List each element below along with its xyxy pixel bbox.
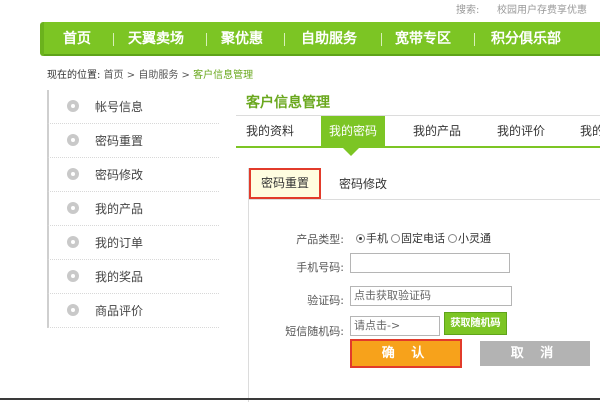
product-type-label: 产品类型: — [296, 233, 344, 246]
sidebar-item-label: 商品评价 — [95, 304, 144, 318]
radio-icon[interactable] — [391, 234, 400, 243]
cancel-button[interactable]: 取 消 — [480, 341, 590, 366]
sidebar-item-label: 我的产品 — [95, 202, 144, 216]
tab-more[interactable]: 我的 — [580, 116, 600, 146]
radio-icon[interactable] — [448, 234, 457, 243]
get-random-code-button[interactable]: 获取随机码 — [444, 312, 507, 335]
nav-separator — [474, 33, 475, 46]
sidebar-item-label: 我的订单 — [95, 236, 144, 250]
tab-my-profile[interactable]: 我的资料 — [246, 116, 294, 146]
breadcrumb: 现在的位置: 首页 > 自助服务 > 客户信息管理 — [47, 66, 253, 81]
sidebar-item-label: 密码重置 — [95, 134, 144, 148]
breadcrumb-prefix: 现在的位置: — [47, 70, 101, 81]
reset-icon — [67, 134, 79, 146]
nav-separator — [206, 33, 207, 46]
nav-item-self-service[interactable]: 自助服务 — [301, 22, 357, 56]
check-icon — [67, 236, 79, 248]
sidebar-item-password-reset[interactable]: 密码重置 — [47, 124, 219, 158]
sidebar-item-product-reviews[interactable]: 商品评价 — [47, 294, 219, 328]
nav-item-home[interactable]: 首页 — [63, 22, 91, 56]
prize-icon — [67, 270, 79, 282]
main-nav: 首页 天翼卖场 聚优惠 自助服务 宽带专区 积分俱乐部 — [44, 22, 600, 56]
active-tab-arrow — [343, 148, 359, 156]
product-icon — [67, 202, 79, 214]
nav-separator — [113, 33, 114, 46]
breadcrumb-link-self-service[interactable]: 自助服务 — [138, 70, 178, 81]
subtab-password-change[interactable]: 密码修改 — [339, 175, 387, 192]
sidebar-item-my-orders[interactable]: 我的订单 — [47, 226, 219, 260]
radio-option-landline[interactable]: 固定电话 — [391, 232, 445, 245]
sidebar-item-label: 密码修改 — [95, 168, 144, 182]
sidebar-item-my-products[interactable]: 我的产品 — [47, 192, 219, 226]
radio-option-mobile[interactable]: 手机 — [356, 232, 388, 245]
nav-item-broadband[interactable]: 宽带专区 — [395, 22, 451, 56]
subtab-divider — [248, 199, 600, 200]
breadcrumb-separator: > — [181, 70, 190, 81]
radio-checked-icon[interactable] — [356, 234, 365, 243]
account-icon — [67, 100, 79, 112]
sidebar-item-account-info[interactable]: 帐号信息 — [47, 90, 219, 124]
captcha-label: 验证码: — [307, 294, 344, 307]
search-suggestion-link[interactable]: 校园用户存费享优惠 — [497, 1, 587, 16]
captcha-input[interactable]: 点击获取验证码 — [350, 286, 512, 306]
sidebar-item-label: 我的奖品 — [95, 270, 144, 284]
nav-separator — [284, 33, 285, 46]
nav-item-store[interactable]: 天翼卖场 — [128, 22, 184, 56]
nav-separator — [381, 33, 382, 46]
radio-label: 手机 — [366, 232, 388, 245]
tab-my-password[interactable]: 我的密码 — [321, 116, 386, 146]
search-label: 搜索: — [456, 5, 480, 16]
phone-label: 手机号码: — [296, 261, 344, 274]
confirm-button[interactable]: 确 认 — [350, 339, 462, 368]
radio-label: 小灵通 — [458, 232, 491, 245]
sidebar: 帐号信息 密码重置 密码修改 我的产品 我的订单 我的奖品 商品评价 — [47, 90, 219, 328]
sidebar-item-password-change[interactable]: 密码修改 — [47, 158, 219, 192]
nav-item-points-club[interactable]: 积分俱乐部 — [491, 22, 561, 56]
sms-code-input[interactable]: 请点击-> — [350, 316, 440, 336]
breadcrumb-current: 客户信息管理 — [193, 70, 254, 81]
subtab-password-reset[interactable]: 密码重置 — [249, 168, 321, 199]
sidebar-item-my-prizes[interactable]: 我的奖品 — [47, 260, 219, 294]
breadcrumb-link-home[interactable]: 首页 — [104, 70, 124, 81]
nav-item-deals[interactable]: 聚优惠 — [221, 22, 263, 56]
tab-bar: 我的资料 我的密码 我的产品 我的评价 我的 — [236, 116, 600, 148]
top-strip: 搜索: 校园用户存费享优惠 — [0, 0, 600, 22]
breadcrumb-separator: > — [126, 70, 136, 81]
product-type-radio-group: 手机 固定电话 小灵通 — [356, 230, 494, 246]
tab-my-reviews[interactable]: 我的评价 — [497, 116, 545, 146]
radio-option-phs[interactable]: 小灵通 — [448, 232, 491, 245]
radio-label: 固定电话 — [401, 232, 445, 245]
tab-my-products[interactable]: 我的产品 — [413, 116, 461, 146]
bottom-border — [0, 398, 600, 400]
help-icon — [67, 168, 79, 180]
sidebar-item-label: 帐号信息 — [95, 100, 144, 114]
review-icon — [67, 304, 79, 316]
sms-code-label: 短信随机码: — [285, 325, 344, 338]
page-title: 客户信息管理 — [246, 95, 330, 111]
phone-input[interactable] — [350, 253, 510, 273]
